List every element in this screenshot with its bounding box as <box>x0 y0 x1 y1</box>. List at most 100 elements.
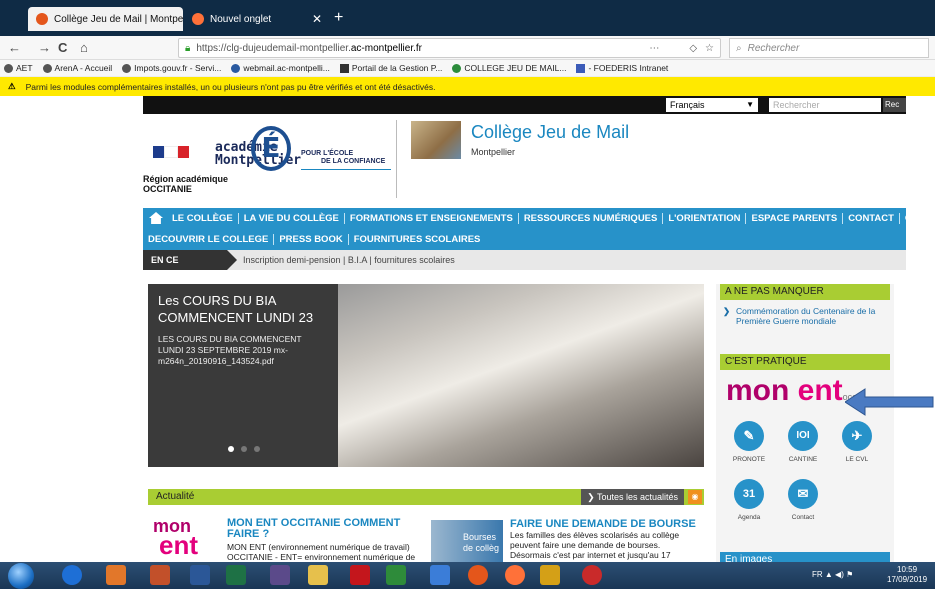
bourses-news-image[interactable]: Bourses de collèg <box>431 520 503 562</box>
lock-icon: 🔒︎ <box>185 42 191 54</box>
menu-item-decouvrir[interactable]: DECOUVRIR LE COLLEGE <box>143 233 275 245</box>
site-search-input[interactable]: Rechercher <box>769 98 881 112</box>
file-explorer-icon[interactable] <box>308 565 328 585</box>
search-input[interactable]: ⌕ Rechercher <box>729 38 929 58</box>
forward-button[interactable]: → <box>38 39 51 57</box>
menu-item-le-college[interactable]: LE COLLÈGE <box>167 212 239 224</box>
site-search-button[interactable]: Rec <box>883 98 906 112</box>
language-indicator[interactable]: FR <box>812 570 823 579</box>
home-icon[interactable] <box>149 212 163 224</box>
app-orange-icon[interactable] <box>468 565 488 585</box>
site-header: académie Montpellier É POUR L'ÉCOLE DE LA … <box>143 114 906 208</box>
header-divider <box>396 120 397 198</box>
firefox-taskbar-icon[interactable] <box>505 565 525 585</box>
ticker-links[interactable]: Inscription demi-pension | B.I.A | fourn… <box>243 250 455 270</box>
menu-item-orientation[interactable]: L'ORIENTATION <box>663 212 747 224</box>
language-select[interactable]: Français ▼ <box>666 98 758 112</box>
menu-row-1: LE COLLÈGE LA VIE DU COLLÈGE FORMATIONS … <box>143 208 935 228</box>
contact-label: Contact <box>791 514 815 521</box>
slider-dot[interactable] <box>241 446 247 452</box>
globe-icon <box>42 63 52 73</box>
commemoration-link[interactable]: Commémoration du Centenaire de la Premiè… <box>723 306 886 326</box>
app-green-icon[interactable] <box>386 565 406 585</box>
app-yellow-icon[interactable] <box>540 565 560 585</box>
monent-logo-link[interactable]: mon entocci <box>726 376 859 412</box>
home-button[interactable]: ⌂ <box>80 39 88 57</box>
app-blue-icon[interactable] <box>430 565 450 585</box>
bookmark-item[interactable]: AET <box>4 63 33 73</box>
system-tray[interactable]: FR ▲ ◀) ⚑ <box>812 570 853 579</box>
contact-mail-icon[interactable]: ✉ <box>788 479 818 509</box>
tab-label: Nouvel onglet <box>210 13 272 25</box>
windows-start-button[interactable] <box>8 563 34 589</box>
college-city: Montpellier <box>471 147 516 157</box>
menu-item-contact[interactable]: CONTACT <box>843 212 900 224</box>
bookmark-item[interactable]: ArenA - Accueil <box>42 63 112 73</box>
back-button[interactable]: ← <box>8 39 21 57</box>
word-icon[interactable] <box>190 565 210 585</box>
slider-dot[interactable] <box>254 446 260 452</box>
bookmarks-bar: AET ArenA - Accueil Impots.gouv.fr - Ser… <box>0 60 935 76</box>
news-title[interactable]: FAIRE UNE DEMANDE DE BOURSE <box>510 518 710 530</box>
url-prefix: https://clg-dujeudemail-montpellier. <box>196 42 351 54</box>
tab-college[interactable]: Collège Jeu de Mail | Montpelli ✕ <box>28 7 183 31</box>
tab-new[interactable]: Nouvel onglet ✕ <box>184 7 330 31</box>
close-tab-icon[interactable]: ✕ <box>312 12 322 26</box>
menu-item-vie-college[interactable]: LA VIE DU COLLÈGE <box>239 212 345 224</box>
cantine-label: CANTINE <box>788 456 818 463</box>
page-actions-icon[interactable]: ⋯ <box>649 43 659 54</box>
clock-time: 10:59 <box>897 565 918 574</box>
annotation-arrow-icon <box>845 388 934 416</box>
news-slider[interactable]: Les COURS DU BIA COMMENCENT LUNDI 23 LES… <box>148 284 704 467</box>
menu-row-2: DECOUVRIR LE COLLEGE PRESS BOOK FOURNITU… <box>143 229 485 249</box>
acrobat-icon[interactable] <box>350 565 370 585</box>
menu-item-fournitures[interactable]: FOURNITURES SCOLAIRES <box>349 234 486 245</box>
monent-news-logo[interactable]: mon ent <box>153 516 213 560</box>
menu-item-press-book[interactable]: PRESS BOOK <box>274 233 349 245</box>
url-bar[interactable]: 🔒︎ https://clg-dujeudemail-montpellier. a… <box>178 38 721 58</box>
new-tab-button[interactable]: + <box>334 7 343 29</box>
agenda-calendar-icon[interactable]: 31 <box>734 479 764 509</box>
french-flag-logo <box>153 146 189 158</box>
slide-description: LES COURS DU BIA COMMENCENT LUNDI 23 SEP… <box>158 334 302 366</box>
bookmark-item[interactable]: webmail.ac-montpelli... <box>231 63 330 73</box>
reload-button[interactable]: C <box>58 39 67 57</box>
bookmark-item[interactable]: Impots.gouv.fr - Servi... <box>122 63 221 73</box>
bookmark-item[interactable]: COLLEGE JEU DE MAIL... <box>452 63 566 73</box>
news-excerpt: MON ENT (environnement numérique de trav… <box>227 542 416 562</box>
slide-title[interactable]: Les COURS DU BIA COMMENCENT LUNDI 23 <box>158 292 328 326</box>
clock-date: 17/09/2019 <box>887 575 928 584</box>
pour-lecole-tagline: POUR L'ÉCOLE DE LA CONFIANCE <box>301 150 391 170</box>
media-player-icon[interactable] <box>150 565 170 585</box>
menu-item-formations[interactable]: FORMATIONS ET ENSEIGNEMENTS <box>345 212 519 224</box>
globe-icon <box>4 63 13 73</box>
outlook-icon[interactable] <box>106 565 126 585</box>
internet-explorer-icon[interactable] <box>62 565 82 585</box>
cvl-pin-icon[interactable]: ✈ <box>842 421 872 451</box>
tab-label: Collège Jeu de Mail | Montpelli <box>54 13 183 25</box>
news-title[interactable]: MON ENT OCCITANIE COMMENT FAIRE ? <box>227 518 407 540</box>
slider-dot[interactable] <box>228 446 234 452</box>
app-red-icon[interactable] <box>582 565 602 585</box>
bookmark-star-icon[interactable]: ☆ <box>705 43 714 54</box>
paint-icon[interactable] <box>270 565 290 585</box>
menu-item-google[interactable]: GOOGLE <box>900 213 935 224</box>
cantine-icon[interactable]: IOI <box>788 421 818 451</box>
clock[interactable]: 10:59 17/09/2019 <box>887 565 927 585</box>
slider-dots <box>228 446 260 452</box>
excel-icon[interactable] <box>226 565 246 585</box>
cvl-label: LE CVL <box>845 456 869 463</box>
pocket-icon[interactable]: ◇ <box>689 43 697 54</box>
toutes-actualites-link[interactable]: ❯ Toutes les actualités <box>581 489 684 505</box>
menu-item-espace-parents[interactable]: ESPACE PARENTS <box>746 212 844 224</box>
site-top-strip: Français ▼ Rechercher Rec <box>143 96 906 114</box>
rss-icon[interactable]: ◉ <box>688 490 702 504</box>
pronote-icon[interactable]: ✎ <box>734 421 764 451</box>
college-title[interactable]: Collège Jeu de Mail <box>471 122 629 143</box>
site-favicon-icon <box>36 13 48 25</box>
bookmark-item[interactable]: Portail de la Gestion P... <box>339 63 442 73</box>
actualite-title: Actualité <box>156 491 195 502</box>
bookmark-item[interactable]: - FOEDERIS Intranet <box>576 63 668 73</box>
menu-item-ressources[interactable]: RESSOURCES NUMÉRIQUES <box>519 212 664 224</box>
main-menu: LE COLLÈGE LA VIE DU COLLÈGE FORMATIONS … <box>143 208 935 250</box>
